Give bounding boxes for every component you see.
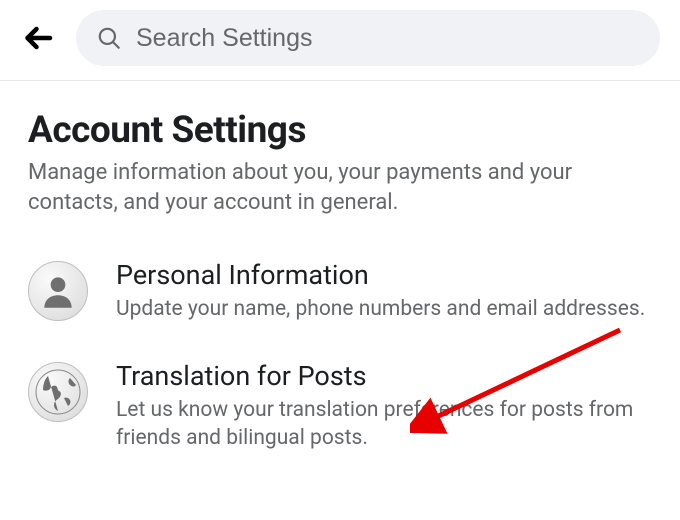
page-subtitle: Manage information about you, your payme…	[28, 158, 652, 217]
back-button[interactable]	[20, 20, 56, 56]
item-title: Translation for Posts	[116, 360, 652, 392]
item-title: Personal Information	[116, 259, 652, 291]
search-bar[interactable]	[76, 10, 660, 66]
content-area: Account Settings Manage information abou…	[0, 81, 680, 482]
page-title: Account Settings	[28, 109, 652, 152]
globe-icon	[28, 362, 88, 422]
list-item-translation-for-posts[interactable]: Translation for Posts Let us know your t…	[28, 354, 652, 483]
back-arrow-icon	[20, 20, 56, 56]
item-text: Translation for Posts Let us know your t…	[116, 360, 652, 453]
search-input[interactable]	[136, 24, 640, 53]
item-desc: Let us know your translation preferences…	[116, 396, 652, 453]
item-desc: Update your name, phone numbers and emai…	[116, 295, 652, 323]
header-bar	[0, 0, 680, 80]
person-icon	[28, 261, 88, 321]
search-icon	[96, 25, 122, 51]
list-item-personal-information[interactable]: Personal Information Update your name, p…	[28, 253, 652, 353]
settings-list: Personal Information Update your name, p…	[28, 253, 652, 482]
item-text: Personal Information Update your name, p…	[116, 259, 652, 323]
